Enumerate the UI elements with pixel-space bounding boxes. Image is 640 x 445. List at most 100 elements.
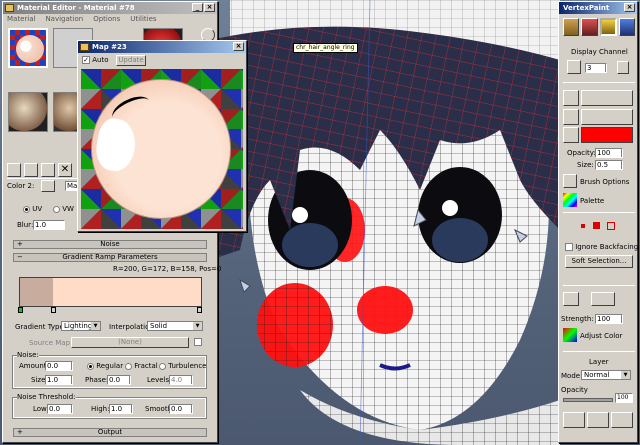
map-preview-window: Map #23 × ✓ Auto Update bbox=[77, 40, 247, 232]
dot-outline-icon[interactable] bbox=[607, 222, 615, 230]
close-button[interactable]: × bbox=[624, 3, 635, 12]
menu-material[interactable]: Material bbox=[7, 14, 35, 25]
blur-tool-icon[interactable] bbox=[591, 292, 615, 306]
strength-input[interactable]: 100 bbox=[595, 314, 623, 324]
paint-color-swatch[interactable] bbox=[581, 127, 633, 143]
menu-utilities[interactable]: Utilities bbox=[130, 14, 156, 25]
source-map-button[interactable]: (None) bbox=[71, 337, 189, 348]
put-to-scene-icon[interactable] bbox=[24, 163, 38, 177]
close-button[interactable]: × bbox=[233, 42, 244, 51]
fractal-option[interactable]: Fractal bbox=[125, 362, 158, 370]
opacity2-input[interactable]: 100 bbox=[615, 393, 633, 403]
interpolation-dropdown[interactable]: Solid bbox=[147, 321, 203, 331]
brush-options-label[interactable]: Brush Options bbox=[580, 178, 629, 186]
material-editor-titlebar[interactable]: Material Editor - Material #78 _ × bbox=[3, 2, 217, 14]
paintbrush-button[interactable] bbox=[581, 90, 633, 106]
map-preview-titlebar[interactable]: Map #23 × bbox=[78, 41, 246, 53]
sample-slot-1[interactable] bbox=[8, 28, 48, 68]
minimize-button[interactable]: _ bbox=[192, 3, 203, 12]
app-icon bbox=[5, 4, 14, 12]
sample-slot-4[interactable] bbox=[8, 92, 48, 132]
vw-option[interactable]: VW bbox=[53, 205, 74, 213]
condense-layer-icon[interactable] bbox=[587, 412, 609, 428]
size-input[interactable]: 0.5 bbox=[595, 160, 623, 170]
new-layer-icon[interactable] bbox=[563, 412, 585, 428]
blur-input[interactable]: 1.0 bbox=[33, 220, 65, 230]
map-preview-canvas bbox=[81, 69, 243, 229]
gradient-flag-mid[interactable] bbox=[51, 307, 56, 313]
opacity-slider[interactable] bbox=[563, 398, 613, 402]
smooth-input[interactable]: 0.0 bbox=[169, 404, 193, 414]
erase-icon[interactable] bbox=[563, 109, 579, 125]
gradient-ramp[interactable] bbox=[19, 277, 202, 307]
palette-icon[interactable] bbox=[563, 193, 577, 207]
disable-texture-icon[interactable] bbox=[618, 18, 635, 36]
regular-option[interactable]: Regular bbox=[87, 362, 123, 370]
adjust-color-label[interactable]: Adjust Color bbox=[580, 332, 622, 340]
uv-option[interactable]: UV bbox=[23, 205, 42, 213]
blur-label: Blur: bbox=[17, 221, 34, 229]
gradient-flag-end[interactable] bbox=[197, 307, 202, 313]
sample-sphere bbox=[16, 35, 44, 63]
amount-input[interactable]: 0.0 bbox=[45, 361, 73, 371]
opacity-input[interactable]: 100 bbox=[595, 148, 623, 158]
material-editor-title: Material Editor - Material #78 bbox=[17, 4, 135, 12]
palette-label[interactable]: Palette bbox=[580, 197, 604, 205]
turbulence-option[interactable]: Turbulence bbox=[159, 362, 207, 370]
pick-icon[interactable] bbox=[41, 180, 55, 192]
ignore-backfacing-checkbox[interactable]: Ignore Backfacing bbox=[565, 243, 638, 251]
output-rollout[interactable]: + Output bbox=[13, 428, 207, 437]
blur-brush-icon[interactable] bbox=[563, 292, 579, 306]
menu-navigation[interactable]: Navigation bbox=[45, 14, 83, 25]
shaded-icon[interactable] bbox=[599, 18, 617, 36]
paint-icon[interactable] bbox=[563, 90, 579, 106]
vertex-color-icon[interactable] bbox=[581, 18, 598, 36]
paint-mode-icon[interactable] bbox=[563, 18, 580, 36]
levels-input[interactable]: 4.0 bbox=[169, 375, 193, 385]
noise-rollout[interactable]: + Noise bbox=[13, 240, 207, 249]
object-name-tooltip: chr_hair_angle_ring bbox=[293, 43, 358, 53]
reset-icon[interactable]: ✕ bbox=[58, 163, 72, 177]
auto-checkbox[interactable]: ✓ Auto bbox=[82, 56, 109, 64]
soft-selection-button[interactable]: Soft Selection... bbox=[565, 255, 633, 268]
dot-small-icon[interactable] bbox=[581, 224, 585, 228]
strength-label: Strength: bbox=[561, 315, 594, 323]
update-button[interactable]: Update bbox=[116, 55, 146, 66]
eyedropper-icon[interactable] bbox=[563, 127, 579, 143]
lock-icon[interactable] bbox=[617, 61, 629, 74]
channel-input[interactable]: 3 bbox=[585, 63, 607, 73]
phase-label: Phase: bbox=[85, 376, 109, 384]
vertex-paint-titlebar[interactable]: VertexPaint × bbox=[559, 2, 637, 14]
gradient-flag-start[interactable] bbox=[18, 307, 23, 313]
high-input[interactable]: 1.0 bbox=[109, 404, 133, 414]
mode-dropdown[interactable]: Normal bbox=[581, 370, 631, 380]
levels-label: Levels: bbox=[147, 376, 172, 384]
map-preview-toolbar: ✓ Auto Update bbox=[82, 55, 242, 67]
vertex-paint-mode-bar bbox=[563, 18, 635, 38]
gradient-type-label: Gradient Type: bbox=[15, 323, 67, 331]
source-map-checkbox[interactable] bbox=[194, 338, 202, 346]
color-2-label: Color 2: bbox=[7, 182, 35, 190]
noise-group-label: Noise: bbox=[17, 351, 39, 359]
erase-brush-button[interactable] bbox=[581, 109, 633, 125]
size-input[interactable]: 1.0 bbox=[45, 375, 73, 385]
high-label: High: bbox=[91, 405, 110, 413]
app-icon bbox=[80, 43, 89, 51]
mode-label: Mode: bbox=[561, 372, 583, 380]
size-label: Size: bbox=[577, 161, 594, 169]
map-preview-title: Map #23 bbox=[92, 43, 127, 51]
gradient-type-dropdown[interactable]: Lighting bbox=[61, 321, 101, 331]
menu-options[interactable]: Options bbox=[93, 14, 120, 25]
phase-input[interactable]: 0.0 bbox=[107, 375, 131, 385]
get-material-icon[interactable] bbox=[7, 163, 21, 177]
low-input[interactable]: 0.0 bbox=[47, 404, 73, 414]
vertex-paint-title: VertexPaint bbox=[563, 4, 610, 12]
adjust-color-icon[interactable] bbox=[563, 328, 577, 342]
cube-icon[interactable] bbox=[567, 60, 581, 74]
dot-medium-icon[interactable] bbox=[593, 222, 600, 229]
merge-layer-icon[interactable] bbox=[611, 412, 633, 428]
close-button[interactable]: × bbox=[204, 3, 215, 12]
brush-options-icon[interactable] bbox=[563, 174, 577, 188]
gradient-ramp-rollout[interactable]: − Gradient Ramp Parameters bbox=[13, 253, 207, 262]
assign-material-icon[interactable] bbox=[41, 163, 55, 177]
